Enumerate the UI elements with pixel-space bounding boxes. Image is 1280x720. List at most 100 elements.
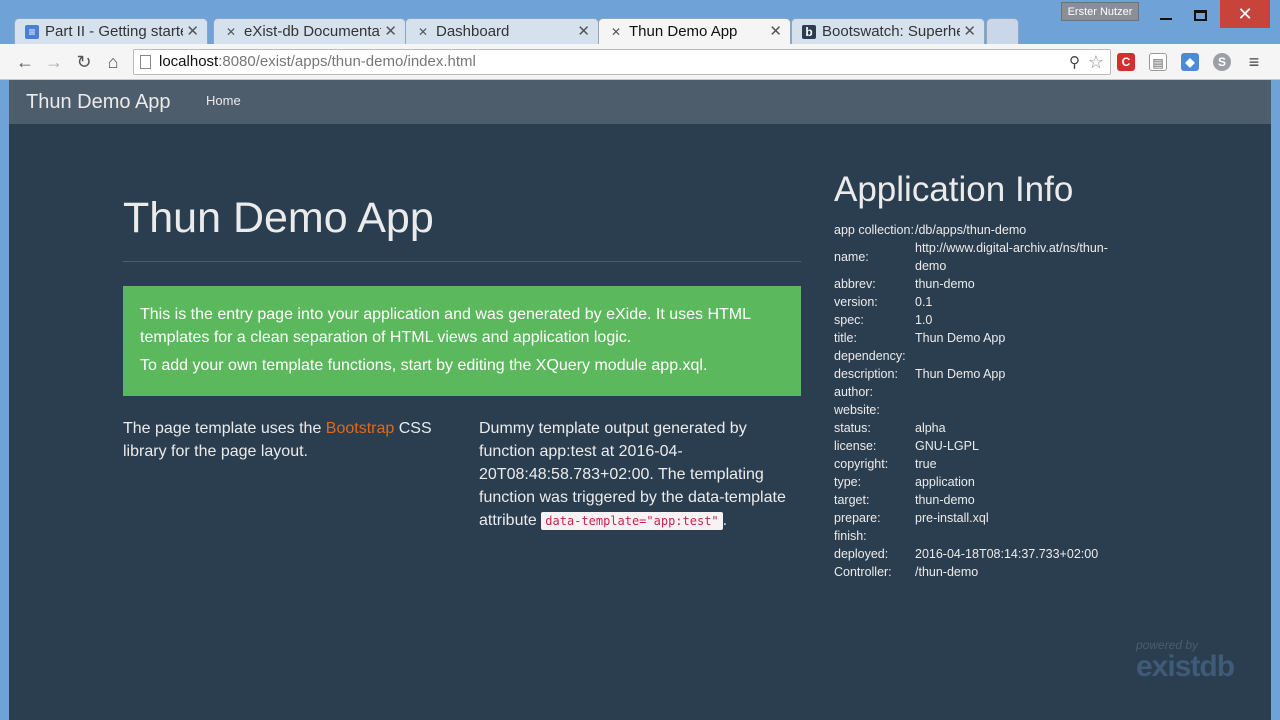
- info-value: Thun Demo App: [915, 367, 1006, 381]
- home-icon[interactable]: ⌂: [102, 51, 124, 73]
- info-value: alpha: [915, 421, 946, 435]
- user-badge[interactable]: Erster Nutzer: [1061, 2, 1139, 21]
- tab-exist-docs[interactable]: ✕ eXist-db Documentation ✕: [213, 18, 406, 44]
- tab-part-ii[interactable]: ≡ Part II - Getting started ✕: [14, 18, 208, 44]
- info-value: thun-demo: [915, 493, 975, 507]
- tab-label: Part II - Getting started: [45, 23, 183, 40]
- info-value: Thun Demo App: [915, 331, 1006, 345]
- info-row: name: http://www.digital-archiv.at/ns/thu…: [834, 239, 1134, 275]
- info-key: name:: [834, 250, 869, 264]
- info-value: 1.0: [915, 313, 933, 327]
- zoom-icon[interactable]: ⚲: [1069, 51, 1080, 75]
- info-key: prepare:: [834, 511, 881, 525]
- forward-icon[interactable]: →: [43, 51, 65, 73]
- exist-icon: ✕: [610, 25, 622, 39]
- browser-toolbar: ← → ↻ ⌂ localhost:8080/exist/apps/thun-d…: [0, 44, 1280, 80]
- tab-label: Thun Demo App: [629, 23, 738, 40]
- info-key: copyright:: [834, 457, 889, 471]
- maximize-icon: [1193, 9, 1207, 21]
- info-value: 0.1: [915, 295, 933, 309]
- exist-icon: ✕: [225, 25, 237, 39]
- navbar-brand[interactable]: Thun Demo App: [26, 80, 171, 124]
- reload-icon[interactable]: ↻: [73, 51, 95, 73]
- info-value: true: [915, 457, 937, 471]
- bootstrap-link[interactable]: Bootstrap: [326, 420, 394, 437]
- minimize-icon: [1160, 18, 1172, 21]
- info-row: author:: [834, 383, 1134, 401]
- info-key: description:: [834, 367, 898, 381]
- template-attribute-code: data-template="app:test": [541, 512, 723, 530]
- page-content: Thun Demo App Home Thun Demo App This is…: [9, 80, 1271, 720]
- tab-bootswatch[interactable]: b Bootswatch: Superhero ✕: [791, 18, 985, 44]
- close-tab-icon[interactable]: ✕: [186, 19, 199, 44]
- bookmark-star-icon[interactable]: ☆: [1088, 50, 1104, 74]
- existdb-logo: existdb: [1136, 650, 1235, 683]
- dummy-template-output: Dummy template output generated by funct…: [479, 420, 786, 530]
- info-value: pre-install.xql: [915, 511, 989, 525]
- address-url[interactable]: localhost:8080/exist/apps/thun-demo/inde…: [159, 50, 476, 74]
- minimize-button[interactable]: [1152, 0, 1180, 28]
- info-key: finish:: [834, 529, 867, 543]
- info-key: deployed:: [834, 547, 889, 561]
- info-key: type:: [834, 475, 862, 489]
- address-bar[interactable]: localhost:8080/exist/apps/thun-demo/inde…: [133, 49, 1111, 75]
- info-key: target:: [834, 493, 870, 507]
- alert-text-2: To add your own template functions, star…: [140, 357, 708, 374]
- close-tab-icon[interactable]: ✕: [384, 19, 397, 44]
- success-alert: This is the entry page into your applica…: [123, 286, 801, 396]
- info-key: title:: [834, 331, 857, 345]
- info-value: application: [915, 475, 975, 489]
- alert-text-1: This is the entry page into your applica…: [140, 306, 751, 346]
- new-tab-button[interactable]: [986, 18, 1019, 44]
- close-tab-icon[interactable]: ✕: [769, 19, 782, 44]
- tab-label: Dashboard: [436, 23, 510, 40]
- info-key: license:: [834, 439, 877, 453]
- info-key: website:: [834, 403, 880, 417]
- extension-page-icon[interactable]: ▤: [1149, 53, 1167, 71]
- info-row: target: thun-demo: [834, 491, 1134, 509]
- title-divider: [123, 261, 801, 262]
- tab-label: Bootswatch: Superhero: [822, 23, 960, 40]
- tab-dashboard[interactable]: ✕ Dashboard ✕: [405, 18, 599, 44]
- info-value: [915, 347, 1134, 365]
- info-key: app collection:: [834, 223, 914, 237]
- extension-c-icon[interactable]: C: [1117, 53, 1135, 71]
- info-row: status: alpha: [834, 419, 1134, 437]
- info-row: type: application: [834, 473, 1134, 491]
- page-title: Thun Demo App: [123, 194, 434, 242]
- info-row: version: 0.1: [834, 293, 1134, 311]
- info-value: /db/apps/thun-demo: [915, 223, 1027, 237]
- extension-puzzle-icon[interactable]: ◆: [1181, 53, 1199, 71]
- page-icon: [140, 55, 151, 69]
- app-info-heading: Application Info: [834, 170, 1074, 209]
- app-navbar: Thun Demo App Home: [9, 80, 1271, 124]
- close-tab-icon[interactable]: ✕: [963, 19, 976, 44]
- info-row: app collection:/db/apps/thun-demo: [834, 221, 1134, 239]
- info-row: abbrev: thun-demo: [834, 275, 1134, 293]
- info-row: Controller: /thun-demo: [834, 563, 1134, 581]
- bootswatch-icon: b: [802, 25, 816, 39]
- info-key: version:: [834, 295, 878, 309]
- info-key: Controller:: [834, 565, 892, 579]
- menu-icon[interactable]: ≡: [1245, 53, 1263, 71]
- info-key: status:: [834, 421, 871, 435]
- info-key: spec:: [834, 313, 864, 327]
- info-row: dependency:: [834, 347, 1134, 365]
- skype-icon[interactable]: S: [1213, 53, 1231, 71]
- powered-by-exist-logo[interactable]: powered by existdb: [1136, 638, 1256, 690]
- exist-icon: ✕: [417, 25, 429, 39]
- info-key: dependency:: [834, 349, 906, 363]
- close-tab-icon[interactable]: ✕: [577, 19, 590, 44]
- info-row: title: Thun Demo App: [834, 329, 1134, 347]
- info-row: deployed: 2016-04-18T08:14:37.733+02:00: [834, 545, 1134, 563]
- info-key: author:: [834, 385, 873, 399]
- close-window-button[interactable]: ✕: [1220, 0, 1270, 28]
- nav-home-link[interactable]: Home: [206, 80, 241, 122]
- tab-label: eXist-db Documentation: [244, 23, 381, 40]
- info-value: http://www.digital-archiv.at/ns/thun-dem…: [915, 241, 1108, 273]
- window-titlebar: Erster Nutzer ✕ ≡ Part II - Getting star…: [0, 0, 1280, 44]
- back-icon[interactable]: ←: [14, 51, 36, 73]
- tab-thun-demo[interactable]: ✕ Thun Demo App ✕: [598, 18, 791, 44]
- maximize-button[interactable]: [1186, 0, 1214, 28]
- template-info-text: The page template uses the Bootstrap CSS…: [123, 420, 432, 460]
